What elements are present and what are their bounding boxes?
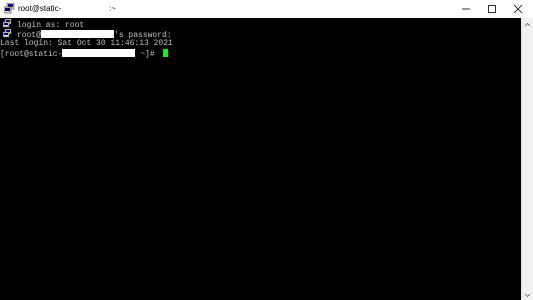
- putty-window: root@static- :~ login as: root root@'s p…: [0, 0, 533, 300]
- redacted-hostname: [41, 30, 115, 38]
- terminal-screen[interactable]: login as: root root@'s password: Last lo…: [0, 18, 521, 300]
- prompt-text: ~]#: [135, 50, 160, 59]
- prompt-text: [root@static-: [0, 50, 63, 59]
- window-title-path: :~: [109, 4, 116, 13]
- minimize-icon: [462, 8, 470, 10]
- redacted-hostname: [62, 49, 136, 57]
- vertical-scrollbar[interactable]: [521, 18, 533, 300]
- terminal-line-last-login: Last login: Sat Oct 30 11:46:13 2021: [0, 39, 173, 48]
- putty-app-icon[interactable]: [3, 2, 15, 14]
- terminal-line-login: login as: root: [0, 19, 84, 30]
- scroll-up-arrow-icon[interactable]: [522, 18, 533, 30]
- terminal-line-prompt: [root@static- ~]#: [0, 49, 169, 59]
- terminal-line-password: root@'s password:: [0, 29, 172, 40]
- maximize-button[interactable]: [479, 0, 505, 18]
- key-icon: [3, 19, 12, 28]
- terminal-cursor: [163, 49, 169, 57]
- scroll-down-arrow-icon[interactable]: [522, 288, 533, 300]
- maximize-icon: [488, 5, 496, 13]
- close-button[interactable]: [505, 0, 531, 18]
- key-icon: [3, 29, 12, 38]
- title-bar[interactable]: root@static- :~: [0, 0, 533, 18]
- window-title-host: root@static-: [18, 4, 62, 13]
- minimize-button[interactable]: [453, 0, 479, 18]
- close-icon: [513, 4, 523, 14]
